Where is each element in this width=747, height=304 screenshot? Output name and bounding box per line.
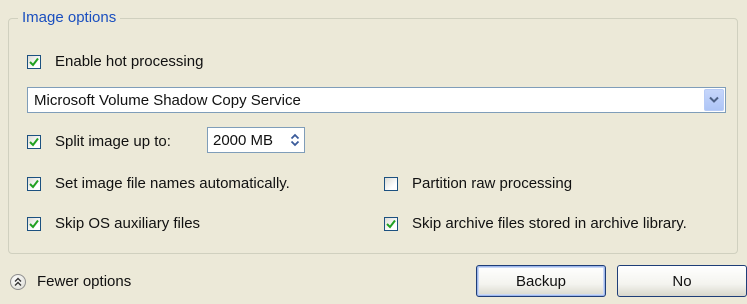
check-icon — [29, 57, 39, 67]
group-title: Image options — [18, 9, 121, 26]
double-chevron-up-icon — [14, 277, 22, 286]
skip-archive-option[interactable]: Skip archive files stored in archive lib… — [384, 215, 687, 232]
chevron-down-icon — [709, 96, 719, 103]
enable-hot-processing-checkbox[interactable] — [27, 54, 41, 69]
skip-archive-checkbox[interactable] — [384, 216, 398, 231]
check-icon — [386, 219, 396, 229]
collapse-button[interactable] — [10, 273, 26, 290]
auto-names-option[interactable]: Set image file names automatically. — [27, 175, 290, 192]
skip-archive-label: Skip archive files stored in archive lib… — [412, 215, 687, 232]
partition-raw-option[interactable]: Partition raw processing — [384, 175, 572, 192]
check-icon — [29, 137, 39, 147]
split-size-value: 2000 MB — [213, 132, 274, 149]
snapshot-provider-dropdown-button[interactable] — [704, 89, 724, 111]
backup-button[interactable]: Backup — [476, 265, 606, 297]
check-icon — [29, 219, 39, 229]
fewer-options-toggle[interactable]: Fewer options — [10, 273, 131, 290]
split-size-stepper[interactable]: 2000 MB — [207, 127, 305, 153]
skip-os-aux-label: Skip OS auxiliary files — [55, 215, 201, 232]
split-image-option[interactable]: Split image up to: — [27, 133, 171, 150]
split-size-spin-button[interactable] — [288, 130, 302, 150]
no-button[interactable]: No — [617, 265, 747, 297]
check-icon — [29, 179, 39, 189]
split-image-label: Split image up to: — [55, 133, 171, 150]
auto-names-checkbox[interactable] — [27, 176, 41, 191]
snapshot-provider-value: Microsoft Volume Shadow Copy Service — [34, 92, 301, 109]
snapshot-provider-select[interactable]: Microsoft Volume Shadow Copy Service — [27, 87, 726, 113]
skip-os-aux-option[interactable]: Skip OS auxiliary files — [27, 215, 200, 232]
auto-names-label: Set image file names automatically. — [55, 175, 290, 192]
partition-raw-checkbox[interactable] — [384, 176, 398, 191]
enable-hot-processing-label: Enable hot processing — [55, 53, 204, 70]
enable-hot-processing-option[interactable]: Enable hot processing — [27, 53, 203, 70]
fewer-options-label: Fewer options — [37, 273, 132, 290]
split-image-checkbox[interactable] — [27, 134, 41, 149]
partition-raw-label: Partition raw processing — [412, 175, 573, 192]
skip-os-aux-checkbox[interactable] — [27, 216, 41, 231]
spin-updown-icon — [290, 133, 300, 147]
